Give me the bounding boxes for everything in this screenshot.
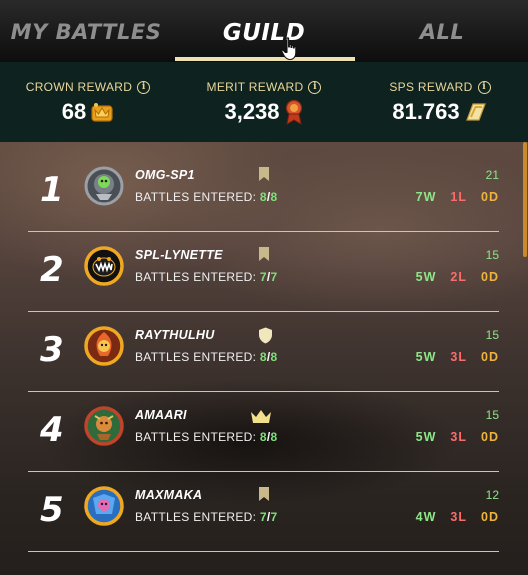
player-name[interactable]: MAXMAKA bbox=[135, 488, 202, 502]
losses: 1L bbox=[450, 190, 468, 204]
wins: 7W bbox=[415, 190, 437, 204]
entered-total: 7 bbox=[270, 510, 278, 524]
battles-entered: BATTLES ENTERED: 8/8 bbox=[135, 430, 278, 444]
win-loss-draw: 5W 3L 0D bbox=[416, 430, 499, 444]
player-score: 12 bbox=[485, 488, 499, 502]
entered-count: 8 bbox=[259, 350, 267, 364]
entered-count: 8 bbox=[259, 190, 267, 204]
player-name[interactable]: SPL-LYNETTE bbox=[135, 248, 223, 262]
tab-my-battles[interactable]: MY BATTLES bbox=[0, 20, 172, 54]
rank-number: 4 bbox=[40, 410, 64, 450]
wins: 5W bbox=[415, 350, 437, 364]
entered-total: 8 bbox=[270, 350, 278, 364]
bookmark-icon bbox=[259, 487, 269, 501]
scrollbar-thumb[interactable] bbox=[523, 142, 527, 257]
draws: 0D bbox=[481, 510, 499, 524]
wins: 4W bbox=[415, 510, 437, 524]
tab-all[interactable]: ALL bbox=[356, 20, 528, 54]
draws: 0D bbox=[481, 350, 499, 364]
crown-reward-value: 68 bbox=[61, 99, 87, 124]
bookmark-icon bbox=[259, 247, 269, 261]
bookmark-icon bbox=[259, 167, 269, 181]
active-tab-indicator bbox=[175, 57, 355, 61]
leaderboard-row[interactable]: 1 OMG-SP1 BATTLES ENTERED: 8/8 21 7W 1L … bbox=[28, 152, 499, 232]
leaderboard-row[interactable]: 2 SPL-LYNETTE BATTLES ENTERED: 7/7 15 5W… bbox=[28, 232, 499, 312]
losses: 3L bbox=[450, 510, 468, 524]
win-loss-draw: 7W 1L 0D bbox=[416, 190, 499, 204]
sps-reward-label: SPS REWARD bbox=[389, 80, 473, 94]
rewards-bar: CROWN REWARD i 68 MERIT REWARD i 3,238 S… bbox=[0, 62, 528, 142]
shield-icon bbox=[259, 327, 272, 344]
merit-reward-value: 3,238 bbox=[224, 99, 280, 124]
draws: 0D bbox=[481, 270, 499, 284]
player-name[interactable]: AMAARI bbox=[135, 408, 187, 422]
entered-total: 7 bbox=[270, 270, 278, 284]
info-icon[interactable]: i bbox=[477, 80, 491, 94]
wins: 5W bbox=[415, 430, 437, 444]
player-avatar bbox=[84, 326, 124, 366]
leaderboard-row[interactable]: 3 RAYTHULHU BATTLES ENTERED: 8/8 15 5W 3… bbox=[28, 312, 499, 392]
player-avatar bbox=[84, 166, 124, 206]
draws: 0D bbox=[481, 430, 499, 444]
rank-number: 5 bbox=[40, 490, 64, 530]
battles-entered: BATTLES ENTERED: 8/8 bbox=[135, 350, 278, 364]
player-score: 15 bbox=[485, 248, 499, 262]
crown-reward: CROWN REWARD i 68 bbox=[0, 80, 176, 125]
entered-count: 7 bbox=[259, 510, 267, 524]
merit-medal-icon bbox=[285, 99, 302, 125]
crown-reward-label: CROWN REWARD bbox=[25, 80, 133, 94]
losses: 3L bbox=[450, 430, 468, 444]
battles-entered: BATTLES ENTERED: 7/7 bbox=[135, 270, 278, 284]
crown-icon bbox=[251, 410, 271, 423]
entered-count: 8 bbox=[259, 430, 267, 444]
sps-token-icon bbox=[465, 103, 486, 121]
sps-reward: SPS REWARD i 81.763 bbox=[352, 80, 528, 125]
battles-entered: BATTLES ENTERED: 7/7 bbox=[135, 510, 278, 524]
player-name[interactable]: RAYTHULHU bbox=[135, 328, 215, 342]
rank-number: 3 bbox=[40, 330, 64, 370]
losses: 2L bbox=[450, 270, 468, 284]
merit-reward-label: MERIT REWARD bbox=[206, 80, 304, 94]
leaderboard-row[interactable]: 4 AMAARI BATTLES ENTERED: 8/8 15 5W 3L 0… bbox=[28, 392, 499, 472]
losses: 3L bbox=[450, 350, 468, 364]
battles-entered: BATTLES ENTERED: 8/8 bbox=[135, 190, 278, 204]
leaderboard-row[interactable]: 5 MAXMAKA BATTLES ENTERED: 7/7 12 4W 3L … bbox=[28, 472, 499, 552]
player-avatar bbox=[84, 486, 124, 526]
player-score: 15 bbox=[485, 408, 499, 422]
battle-tabs: MY BATTLES GUILD ALL bbox=[0, 0, 528, 62]
rank-number: 1 bbox=[40, 170, 64, 210]
sps-reward-value: 81.763 bbox=[392, 99, 460, 124]
rank-number: 2 bbox=[40, 250, 64, 290]
player-score: 21 bbox=[485, 168, 499, 182]
win-loss-draw: 4W 3L 0D bbox=[416, 510, 499, 524]
hand-cursor-icon bbox=[281, 37, 297, 61]
draws: 0D bbox=[481, 190, 499, 204]
win-loss-draw: 5W 3L 0D bbox=[416, 350, 499, 364]
entered-total: 8 bbox=[270, 190, 278, 204]
entered-total: 8 bbox=[270, 430, 278, 444]
info-icon[interactable]: i bbox=[137, 80, 151, 94]
win-loss-draw: 5W 2L 0D bbox=[416, 270, 499, 284]
player-avatar bbox=[84, 246, 124, 286]
player-score: 15 bbox=[485, 328, 499, 342]
crown-token-icon bbox=[91, 103, 113, 122]
entered-count: 7 bbox=[259, 270, 267, 284]
tab-guild[interactable]: GUILD bbox=[172, 20, 356, 54]
player-avatar bbox=[84, 406, 124, 446]
wins: 5W bbox=[415, 270, 437, 284]
player-name[interactable]: OMG-SP1 bbox=[135, 168, 195, 182]
info-icon[interactable]: i bbox=[308, 80, 322, 94]
merit-reward: MERIT REWARD i 3,238 bbox=[176, 80, 352, 125]
